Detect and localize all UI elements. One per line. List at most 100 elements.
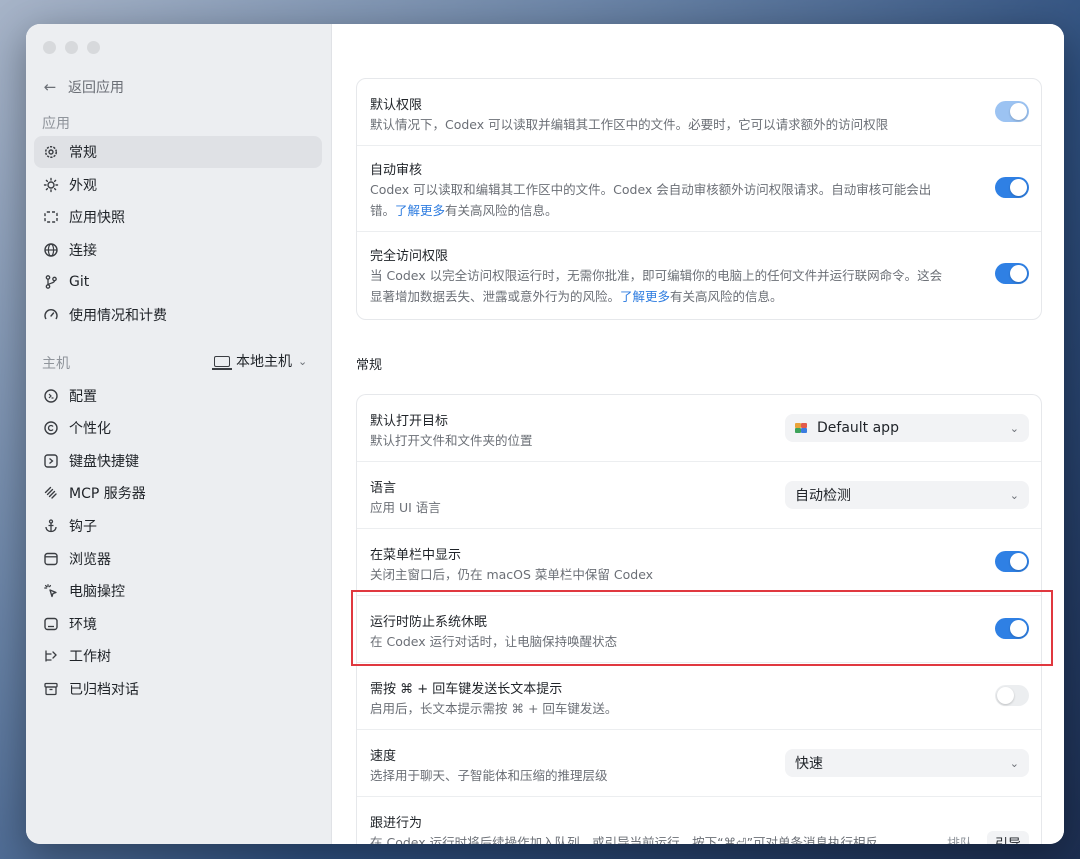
- row-title: 自动审核: [370, 163, 423, 178]
- back-to-app-link[interactable]: ← 返回应用: [42, 77, 124, 97]
- row-desc: 在 Codex 运行时将后续操作加入队列，或引导当前运行。按下“⌘⏎”可对单条消…: [370, 835, 879, 844]
- row-desc: 关闭主窗口后，仍在 macOS 菜单栏中保留 Codex: [370, 567, 654, 582]
- hook-icon: [42, 517, 60, 535]
- language-dropdown[interactable]: 自动检测 ⌄: [785, 481, 1029, 509]
- follow-up-option-steer[interactable]: 引导: [986, 831, 1029, 844]
- default-permission-toggle[interactable]: [995, 101, 1029, 122]
- arrow-left-icon: ←: [43, 78, 57, 96]
- desc-text: 有关高风险的信息。: [670, 289, 783, 304]
- permission-row-default: 默认权限 默认情况下，Codex 可以读取并编辑其工作区中的文件。必要时，它可以…: [357, 79, 1041, 145]
- desc-text: 有关高风险的信息。: [445, 203, 558, 218]
- dropdown-value: 快速: [795, 756, 823, 772]
- cursor-icon: [42, 582, 60, 600]
- desc-text: 显著增加数据丢失、泄露或意外行为的风险。: [370, 289, 621, 304]
- row-title: 跟进行为: [370, 816, 423, 831]
- row-desc-line: 错。了解更多有关高风险的信息。: [370, 200, 931, 221]
- chevron-down-icon: ⌄: [1009, 421, 1019, 435]
- settings-window: ← 返回应用 应用 常规 外观 应用快照 连接 Git 使用情况和计费 主机 本…: [26, 24, 1064, 844]
- sidebar-item-label: 外观: [69, 178, 97, 194]
- auto-review-toggle[interactable]: [995, 177, 1029, 198]
- back-label: 返回应用: [68, 80, 124, 96]
- sidebar-item-usage-billing[interactable]: 使用情况和计费: [34, 299, 322, 331]
- archive-icon: [42, 680, 60, 698]
- zoom-window-button[interactable]: [87, 41, 100, 54]
- sidebar-item-browser[interactable]: 浏览器: [34, 543, 322, 575]
- sidebar-item-label: 常规: [69, 145, 97, 161]
- learn-more-link[interactable]: 了解更多: [395, 203, 445, 218]
- learn-more-link[interactable]: 了解更多: [620, 289, 670, 304]
- setting-row-cmd-enter: 需按 ⌘ + 回车键发送长文本提示 启用后，长文本提示需按 ⌘ + 回车键发送。: [357, 663, 1041, 729]
- row-desc: 启用后，长文本提示需按 ⌘ + 回车键发送。: [370, 701, 618, 716]
- sidebar-item-label: 键盘快捷键: [69, 454, 139, 470]
- sidebar-item-label: Git: [69, 274, 90, 290]
- chevron-down-icon: ⌄: [1009, 488, 1019, 502]
- sidebar-item-label: 工作树: [69, 649, 111, 665]
- sidebar-item-archived-chats[interactable]: 已归档对话: [34, 673, 322, 705]
- prevent-sleep-toggle[interactable]: [995, 618, 1029, 639]
- worktree-icon: [42, 647, 60, 665]
- sidebar-item-label: 配置: [69, 389, 97, 405]
- sidebar-item-label: 个性化: [69, 421, 111, 437]
- row-title: 速度: [370, 749, 397, 764]
- globe-icon: [42, 241, 60, 259]
- sun-icon: [42, 176, 60, 194]
- chevron-down-icon: ⌄: [298, 354, 308, 368]
- follow-up-option-queue[interactable]: 排队: [939, 831, 981, 844]
- cmd-enter-toggle[interactable]: [995, 685, 1029, 706]
- sidebar-item-keyboard-shortcuts[interactable]: 键盘快捷键: [34, 445, 322, 477]
- gauge-icon: [42, 306, 60, 324]
- chevron-down-icon: ⌄: [1009, 756, 1019, 770]
- sidebar-item-label: 已归档对话: [69, 682, 139, 698]
- sidebar-item-label: 电脑操控: [69, 584, 125, 600]
- sidebar-item-appearance[interactable]: 外观: [34, 169, 322, 201]
- full-access-toggle[interactable]: [995, 263, 1029, 284]
- sidebar-item-environment[interactable]: 环境: [34, 608, 322, 640]
- git-branch-icon: [42, 273, 60, 291]
- sidebar-item-git[interactable]: Git: [34, 266, 322, 298]
- row-desc: Codex 可以读取和编辑其工作区中的文件。Codex 会自动审核额外访问权限请…: [370, 179, 931, 221]
- personalize-icon: [42, 419, 60, 437]
- sidebar-item-snapshot[interactable]: 应用快照: [34, 201, 322, 233]
- minimize-window-button[interactable]: [65, 41, 78, 54]
- menubar-toggle[interactable]: [995, 551, 1029, 572]
- sidebar-item-general[interactable]: 常规: [34, 136, 322, 168]
- sidebar-item-config[interactable]: 配置: [34, 380, 322, 412]
- row-title: 需按 ⌘ + 回车键发送长文本提示: [370, 682, 563, 697]
- permissions-card: 默认权限 默认情况下，Codex 可以读取并编辑其工作区中的文件。必要时，它可以…: [356, 78, 1042, 320]
- setting-row-default-open: 默认打开目标 默认打开文件和文件夹的位置 Default app ⌄: [357, 395, 1041, 461]
- speed-dropdown[interactable]: 快速 ⌄: [785, 749, 1029, 777]
- follow-up-segmented-control: 排队 引导: [939, 831, 1029, 844]
- sidebar-item-personalize[interactable]: 个性化: [34, 412, 322, 444]
- dropdown-value: 自动检测: [795, 488, 851, 504]
- sidebar-item-label: 浏览器: [69, 552, 111, 568]
- config-icon: [42, 387, 60, 405]
- host-selector[interactable]: 本地主机 ⌄: [212, 351, 308, 371]
- sidebar-item-hooks[interactable]: 钩子: [34, 510, 322, 542]
- sidebar-item-mcp-servers[interactable]: MCP 服务器: [34, 477, 322, 509]
- sidebar-item-label: 钩子: [69, 519, 97, 535]
- row-title: 默认权限: [370, 98, 423, 113]
- setting-row-menubar: 在菜单栏中显示 关闭主窗口后，仍在 macOS 菜单栏中保留 Codex: [357, 529, 1041, 595]
- setting-row-prevent-sleep: 运行时防止系统休眠 在 Codex 运行对话时，让电脑保持唤醒状态: [351, 590, 1053, 666]
- sidebar: ← 返回应用 应用 常规 外观 应用快照 连接 Git 使用情况和计费 主机 本…: [26, 24, 332, 844]
- row-desc-line: 当 Codex 以完全访问权限运行时，无需你批准，即可编辑你的电脑上的任何文件并…: [370, 268, 943, 283]
- sidebar-item-connections[interactable]: 连接: [34, 234, 322, 266]
- mcp-icon: [42, 484, 60, 502]
- permission-row-full-access: 完全访问权限 当 Codex 以完全访问权限运行时，无需你批准，即可编辑你的电脑…: [357, 232, 1041, 318]
- row-desc: 选择用于聊天、子智能体和压缩的推理层级: [370, 768, 608, 783]
- environment-icon: [42, 615, 60, 633]
- sidebar-item-label: 使用情况和计费: [69, 308, 167, 324]
- dropdown-value: Default app: [817, 420, 899, 436]
- default-open-dropdown[interactable]: Default app ⌄: [785, 414, 1029, 442]
- sidebar-item-worktree[interactable]: 工作树: [34, 640, 322, 672]
- close-window-button[interactable]: [43, 41, 56, 54]
- laptop-icon: [212, 355, 232, 370]
- row-title: 默认打开目标: [370, 414, 449, 429]
- general-card: 默认打开目标 默认打开文件和文件夹的位置 Default app ⌄ 语言 应用…: [351, 394, 1053, 844]
- sidebar-item-label: 应用快照: [69, 210, 125, 226]
- row-title: 完全访问权限: [370, 249, 449, 264]
- row-desc-line: Codex 可以读取和编辑其工作区中的文件。Codex 会自动审核额外访问权限请…: [370, 182, 932, 197]
- section-heading-general: 常规: [356, 358, 383, 373]
- permission-row-auto-review: 自动审核 Codex 可以读取和编辑其工作区中的文件。Codex 会自动审核额外…: [357, 146, 1041, 230]
- sidebar-item-computer-control[interactable]: 电脑操控: [34, 575, 322, 607]
